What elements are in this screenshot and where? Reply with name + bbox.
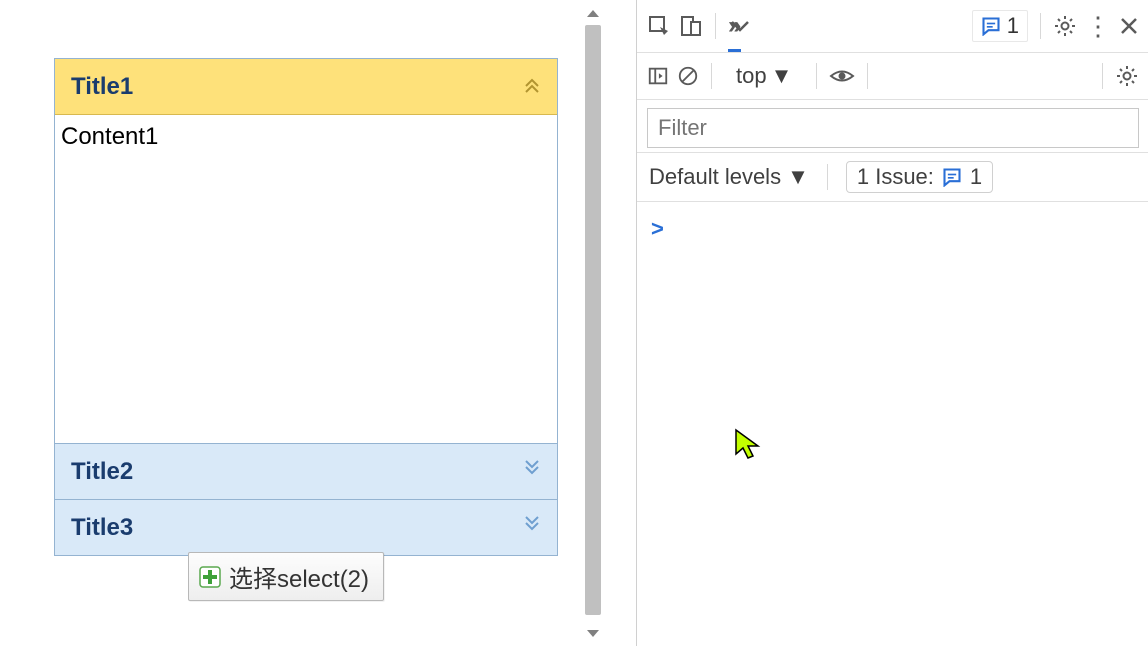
accordion-title: Title2 <box>71 458 133 486</box>
separator <box>827 164 828 190</box>
issues-count: 1 <box>970 164 982 190</box>
vertical-scrollbar[interactable] <box>580 0 606 646</box>
accordion-widget: Title1 Content1 Title2 Title3 <box>54 58 558 556</box>
accordion-header-3[interactable]: Title3 <box>55 499 557 555</box>
select-insertion-popup[interactable]: 选择select(2) <box>188 552 384 601</box>
clear-console-icon[interactable] <box>677 65 699 87</box>
more-tabs-icon[interactable]: » <box>728 12 741 52</box>
toggle-sidebar-icon[interactable] <box>647 65 669 87</box>
devtools-toolbar-main: » 1 ⋮ <box>637 0 1148 53</box>
inspect-element-icon[interactable] <box>647 14 671 38</box>
log-levels-dropdown[interactable]: Default levels ▼ <box>649 164 809 190</box>
accordion-content-1: Content1 <box>55 115 557 443</box>
separator <box>711 63 712 89</box>
issues-badge-top[interactable]: 1 <box>972 10 1028 42</box>
console-filter-input[interactable] <box>647 108 1139 148</box>
select-popup-label: 选择select(2) <box>229 559 369 594</box>
accordion-header-1[interactable]: Title1 <box>55 59 557 115</box>
context-selector[interactable]: top ▼ <box>724 63 804 89</box>
collapse-icon <box>523 75 541 99</box>
settings-gear-icon[interactable] <box>1053 14 1077 38</box>
console-prompt-icon: > <box>651 216 664 241</box>
separator <box>715 13 716 39</box>
accordion-header-2[interactable]: Title2 <box>55 443 557 499</box>
scroll-track[interactable] <box>580 25 606 621</box>
expand-icon <box>523 460 541 484</box>
page-preview: Title1 Content1 Title2 Title3 <box>0 0 606 646</box>
issues-summary[interactable]: 1 Issue: 1 <box>846 161 993 193</box>
plus-icon <box>199 566 221 588</box>
close-devtools-icon[interactable] <box>1119 16 1139 36</box>
accordion-body-text: Content1 <box>61 123 158 150</box>
accordion-title: Title3 <box>71 514 133 542</box>
levels-label: Default levels <box>649 164 781 190</box>
levels-row: Default levels ▼ 1 Issue: 1 <box>637 153 1148 202</box>
kebab-menu-icon[interactable]: ⋮ <box>1085 11 1111 42</box>
device-toggle-icon[interactable] <box>679 14 703 38</box>
dropdown-triangle-icon: ▼ <box>771 63 793 89</box>
context-label: top <box>736 63 767 89</box>
issues-label: 1 Issue: <box>857 164 934 190</box>
filter-row <box>637 100 1148 153</box>
console-toolbar: top ▼ <box>637 53 1148 100</box>
devtools-panel: » 1 ⋮ top <box>636 0 1148 646</box>
expand-icon <box>523 516 541 540</box>
separator <box>1102 63 1103 89</box>
separator <box>867 63 868 89</box>
message-icon <box>942 167 962 187</box>
issues-count: 1 <box>1007 13 1019 39</box>
dropdown-triangle-icon: ▼ <box>787 164 809 190</box>
scroll-thumb[interactable] <box>585 25 601 615</box>
scroll-down-arrow[interactable] <box>586 621 600 646</box>
live-expression-eye-icon[interactable] <box>829 65 855 87</box>
separator <box>816 63 817 89</box>
accordion-title: Title1 <box>71 73 133 101</box>
scroll-up-arrow[interactable] <box>586 0 600 25</box>
console-settings-gear-icon[interactable] <box>1115 64 1139 88</box>
console-output[interactable]: > <box>637 202 1148 256</box>
separator <box>1040 13 1041 39</box>
